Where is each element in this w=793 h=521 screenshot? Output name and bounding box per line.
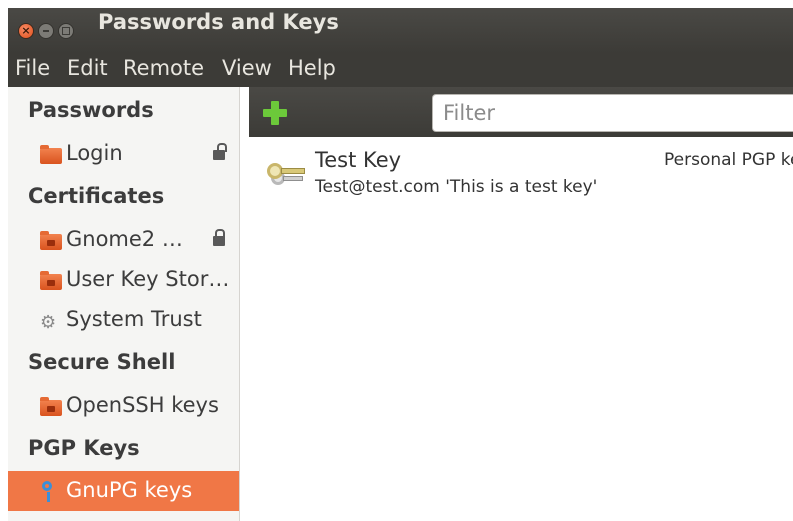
- key-list: Test Key Test@test.com 'This is a test k…: [249, 137, 793, 521]
- folder-icon: [40, 231, 62, 250]
- menu-edit[interactable]: Edit: [67, 56, 108, 80]
- folder-icon: [40, 397, 62, 416]
- unlocked-icon[interactable]: [213, 143, 227, 160]
- gear-icon: ⚙: [40, 312, 57, 333]
- sidebar: Passwords Login Certificates Gnome2 … Us…: [8, 87, 240, 521]
- sidebar-item-gnome2[interactable]: Gnome2 …: [8, 220, 239, 260]
- menu-view[interactable]: View: [222, 56, 272, 80]
- sidebar-item-system-trust[interactable]: ⚙ System Trust: [8, 300, 239, 340]
- sidebar-item-openssh-keys[interactable]: OpenSSH keys: [8, 386, 239, 426]
- key-row[interactable]: Test Key Test@test.com 'This is a test k…: [249, 145, 793, 203]
- keys-icon: [267, 161, 307, 187]
- key-description: Test@test.com 'This is a test key': [315, 177, 598, 197]
- menu-remote[interactable]: Remote: [123, 56, 204, 80]
- sidebar-heading-secure-shell: Secure Shell: [28, 350, 176, 374]
- filter-input[interactable]: [432, 94, 793, 132]
- sidebar-item-user-key-storage[interactable]: User Key Stor…: [8, 260, 239, 300]
- toolbar: [249, 87, 793, 137]
- sidebar-heading-pgp-keys: PGP Keys: [28, 436, 140, 460]
- sidebar-heading-passwords: Passwords: [28, 98, 154, 122]
- menu-file[interactable]: File: [15, 56, 50, 80]
- menu-help[interactable]: Help: [288, 56, 336, 80]
- sidebar-item-login[interactable]: Login: [8, 134, 239, 174]
- close-icon[interactable]: ×: [18, 23, 34, 39]
- minimize-icon[interactable]: [38, 23, 54, 39]
- folder-icon: [40, 145, 62, 164]
- sidebar-heading-certificates: Certificates: [28, 184, 165, 208]
- window-title: Passwords and Keys: [98, 10, 339, 34]
- key-icon: [42, 481, 52, 502]
- key-name: Test Key: [315, 148, 402, 172]
- key-type: Personal PGP key: [664, 150, 793, 170]
- menubar: File Edit Remote View Help: [8, 53, 793, 87]
- sidebar-item-gnupg-keys[interactable]: GnuPG keys: [8, 471, 239, 511]
- maximize-icon[interactable]: [58, 23, 74, 39]
- folder-icon: [40, 271, 62, 290]
- add-icon[interactable]: [263, 101, 287, 125]
- lock-icon[interactable]: [213, 229, 225, 246]
